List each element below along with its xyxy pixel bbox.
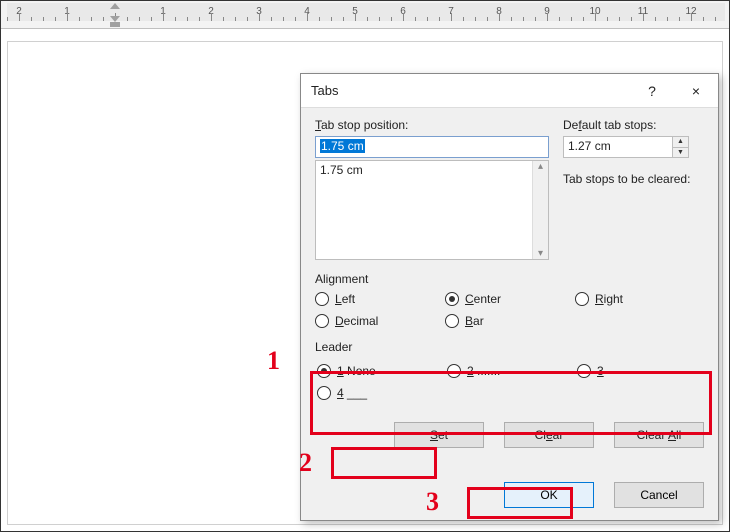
help-button[interactable]: ? (630, 74, 674, 108)
clear-button[interactable]: Clear (504, 422, 594, 448)
scroll-up-icon[interactable]: ▴ (538, 161, 543, 172)
tab-stop-list-item[interactable]: 1.75 cm (320, 163, 528, 177)
horizontal-ruler[interactable]: 21123456789101112 (7, 3, 725, 21)
spinner-up-icon[interactable]: ▲ (673, 137, 688, 147)
align-left-radio[interactable]: Left (315, 292, 445, 306)
default-tab-stops-value[interactable]: 1.27 cm (564, 137, 672, 157)
dialog-footer: OK Cancel (301, 464, 718, 520)
dialog-titlebar: Tabs ? × (301, 74, 718, 108)
set-button[interactable]: Set (394, 422, 484, 448)
leader-heading: Leader (315, 340, 704, 354)
leader-group: 1 None 2 ....... 3 ------- 4 ___ (315, 360, 704, 404)
leader-4-underline-radio[interactable]: 4 ___ (317, 386, 447, 400)
ruler-area: 21123456789101112 (1, 1, 729, 29)
leader-2-dots-radio[interactable]: 2 ....... (447, 364, 577, 378)
leader-3-dashes-radio[interactable]: 3 ------- (577, 364, 697, 378)
align-center-radio[interactable]: Center (445, 292, 575, 306)
left-indent-marker[interactable] (110, 22, 120, 27)
cancel-button[interactable]: Cancel (614, 482, 704, 508)
align-right-radio[interactable]: Right (575, 292, 695, 306)
dialog-title: Tabs (301, 83, 630, 98)
tab-stops-cleared-label: Tab stops to be cleared: (563, 172, 704, 186)
tabs-dialog: Tabs ? × Tab stop position: 1.75 cm 1.75… (300, 73, 719, 521)
alignment-heading: Alignment (315, 272, 704, 286)
spinner-down-icon[interactable]: ▼ (673, 147, 688, 158)
list-scrollbar[interactable]: ▴ ▾ (532, 161, 548, 259)
first-line-indent-marker[interactable] (110, 3, 120, 9)
align-decimal-radio[interactable]: Decimal (315, 314, 445, 328)
ok-button[interactable]: OK (504, 482, 594, 508)
tab-stop-list[interactable]: 1.75 cm ▴ ▾ (315, 160, 549, 260)
app-frame: 21123456789101112 Tabs ? × Tab stop posi… (0, 0, 730, 532)
scroll-down-icon[interactable]: ▾ (538, 248, 543, 259)
dialog-body: Tab stop position: 1.75 cm 1.75 cm ▴ ▾ (301, 108, 718, 464)
tab-stop-position-input[interactable]: 1.75 cm (315, 136, 549, 158)
close-button[interactable]: × (674, 74, 718, 108)
default-tab-stops-spinner[interactable]: 1.27 cm ▲ ▼ (563, 136, 689, 158)
leader-1-none-radio[interactable]: 1 None (317, 364, 447, 378)
clear-all-button[interactable]: Clear All (614, 422, 704, 448)
default-tab-stops-label: Default tab stops: (563, 118, 704, 132)
align-bar-radio[interactable]: Bar (445, 314, 575, 328)
tab-stop-position-label: Tab stop position: (315, 118, 549, 132)
alignment-group: Left Center Right Decimal Bar (315, 292, 704, 328)
